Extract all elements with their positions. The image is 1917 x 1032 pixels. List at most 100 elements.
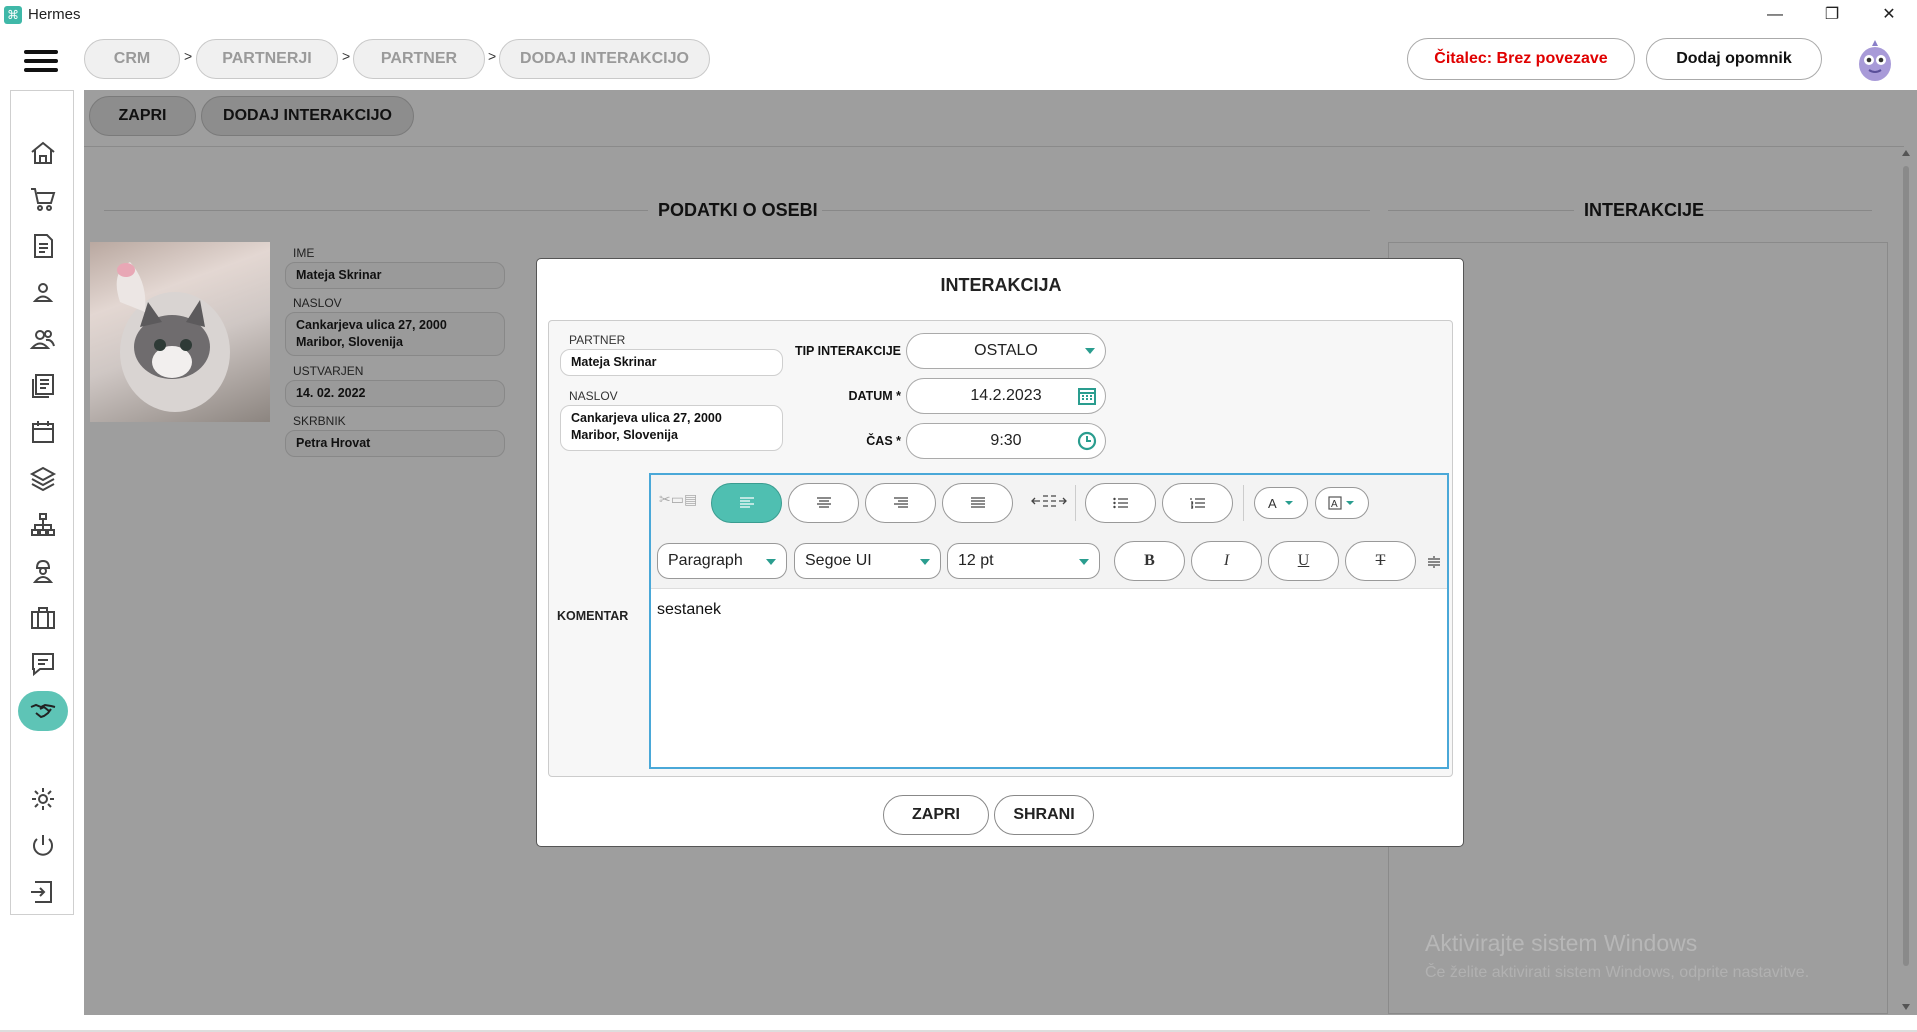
breadcrumb-partner[interactable]: PARTNER (353, 39, 485, 79)
bullet-list-button[interactable] (1085, 483, 1156, 523)
windows-watermark-title: Aktivirajte sistem Windows (1425, 930, 1698, 956)
address-field: Cankarjeva ulica 27, 2000 Maribor, Slove… (560, 405, 783, 451)
align-left-icon (739, 497, 754, 508)
worker-icon[interactable] (23, 551, 63, 591)
more-options-icon[interactable] (1427, 555, 1441, 574)
close-window-button[interactable]: ✕ (1861, 0, 1917, 30)
title-bar: ⌘ Hermes — ❐ ✕ (0, 0, 1917, 30)
font-size-select[interactable]: 12 pt (947, 543, 1100, 579)
bold-button[interactable]: B (1114, 541, 1185, 581)
justify-button[interactable] (942, 483, 1013, 523)
font-family-value: Segoe UI (805, 552, 872, 569)
editor-content[interactable]: sestanek (657, 601, 721, 619)
partner-photo (90, 242, 270, 422)
hierarchy-icon[interactable] (23, 505, 63, 545)
layers-icon[interactable] (23, 458, 63, 498)
paragraph-value: Paragraph (668, 552, 743, 569)
power-icon[interactable] (23, 826, 63, 866)
name-value: Mateja Skrinar (285, 262, 505, 289)
avatar[interactable] (1855, 38, 1895, 82)
dialog-close-button[interactable]: ZAPRI (883, 795, 989, 835)
dialog-save-button[interactable]: SHRANI (994, 795, 1094, 835)
reader-status-button[interactable]: Čitalec: Brez povezave (1407, 38, 1635, 80)
address-label: NASLOV (569, 389, 618, 403)
interactions-section-title: INTERAKCIJE (1584, 200, 1705, 220)
gear-icon[interactable] (23, 779, 63, 819)
chat-icon[interactable] (23, 644, 63, 684)
align-right-button[interactable] (865, 483, 936, 523)
name-label: IME (293, 246, 315, 260)
indent-icon[interactable] (1031, 493, 1067, 514)
align-right-icon (893, 497, 908, 508)
add-interaction-button[interactable]: DODAJ INTERAKCIJO (201, 96, 414, 136)
sidebar (10, 90, 74, 915)
align-center-button[interactable] (788, 483, 859, 523)
vertical-scrollbar[interactable] (1898, 146, 1914, 1014)
address-line1: Cankarjeva ulica 27, 2000 (296, 318, 447, 332)
divider (1388, 210, 1574, 211)
chevron-down-icon (920, 559, 930, 565)
justify-icon (970, 497, 985, 508)
comment-editor[interactable]: ✂▭▤ A A Paragraph Segoe UI 12 pt B I U T… (649, 473, 1449, 769)
toolbar-separator (1075, 485, 1076, 521)
paragraph-select[interactable]: Paragraph (657, 543, 787, 579)
calendar-icon[interactable] (1077, 386, 1097, 406)
home-icon[interactable] (23, 133, 63, 173)
address-line1: Cankarjeva ulica 27, 2000 (571, 411, 722, 425)
clock-icon[interactable] (1077, 431, 1097, 451)
font-size-value: 12 pt (958, 552, 994, 569)
windows-watermark-subtitle: Če želite aktivirati sistem Windows, odp… (1425, 964, 1810, 981)
person-icon[interactable] (23, 272, 63, 312)
handshake-icon[interactable] (18, 691, 68, 731)
address-line2: Maribor, Slovenija (296, 335, 403, 349)
align-left-button[interactable] (711, 483, 782, 523)
minimize-button[interactable]: — (1747, 0, 1803, 30)
logout-icon[interactable] (23, 872, 63, 912)
dialog-form: PARTNER Mateja Skrinar NASLOV Cankarjeva… (548, 320, 1453, 777)
date-label: DATUM * (848, 389, 901, 403)
numbered-list-button[interactable] (1162, 483, 1233, 523)
calendar-icon[interactable] (23, 412, 63, 452)
divider (1700, 210, 1872, 211)
date-value: 14.2.2023 (970, 387, 1042, 404)
italic-button[interactable]: I (1191, 541, 1262, 581)
created-value: 14. 02. 2022 (285, 380, 505, 407)
created-label: USTVARJEN (293, 364, 364, 378)
type-label: TIP INTERAKCIJE (794, 344, 901, 358)
keeper-label: SKRBNIK (293, 414, 346, 428)
list-icon[interactable] (23, 365, 63, 405)
svg-text:A: A (1331, 499, 1338, 510)
address-label: NASLOV (293, 296, 342, 310)
breadcrumb-partnerji[interactable]: PARTNERJI (196, 39, 338, 79)
date-input[interactable]: 14.2.2023 (906, 378, 1106, 414)
close-button[interactable]: ZAPRI (89, 96, 196, 136)
clipboard-icon[interactable]: ✂▭▤ (659, 491, 697, 508)
time-value: 9:30 (990, 432, 1022, 449)
chevron-down-icon (1079, 559, 1089, 565)
toolbar-divider (84, 146, 1904, 147)
font-family-select[interactable]: Segoe UI (794, 543, 941, 579)
highlight-color-button[interactable]: A (1315, 487, 1369, 519)
app-icon: ⌘ (4, 6, 22, 24)
time-input[interactable]: 9:30 (906, 423, 1106, 459)
restore-button[interactable]: ❐ (1804, 0, 1860, 30)
underline-button[interactable]: U (1268, 541, 1339, 581)
document-icon[interactable] (23, 226, 63, 266)
person-section-title: PODATKI O OSEBI (658, 200, 818, 220)
type-select[interactable]: OSTALO (906, 333, 1106, 369)
align-center-icon (816, 497, 831, 508)
briefcase-icon[interactable] (23, 598, 63, 638)
menu-icon[interactable] (24, 50, 58, 78)
breadcrumb-dodaj-interakcijo[interactable]: DODAJ INTERAKCIJO (499, 39, 710, 79)
type-select-value: OSTALO (974, 342, 1038, 359)
add-reminder-button[interactable]: Dodaj opomnik (1646, 38, 1822, 80)
toolbar-separator (1243, 485, 1244, 521)
people-icon[interactable] (23, 319, 63, 359)
breadcrumb-separator: > (342, 48, 351, 64)
comment-label: KOMENTAR (557, 609, 629, 623)
cart-icon[interactable] (23, 179, 63, 219)
text-color-button[interactable]: A (1254, 487, 1308, 519)
window-title: Hermes (28, 6, 81, 23)
strikethrough-button[interactable]: T (1345, 541, 1416, 581)
breadcrumb-crm[interactable]: CRM (84, 39, 180, 79)
